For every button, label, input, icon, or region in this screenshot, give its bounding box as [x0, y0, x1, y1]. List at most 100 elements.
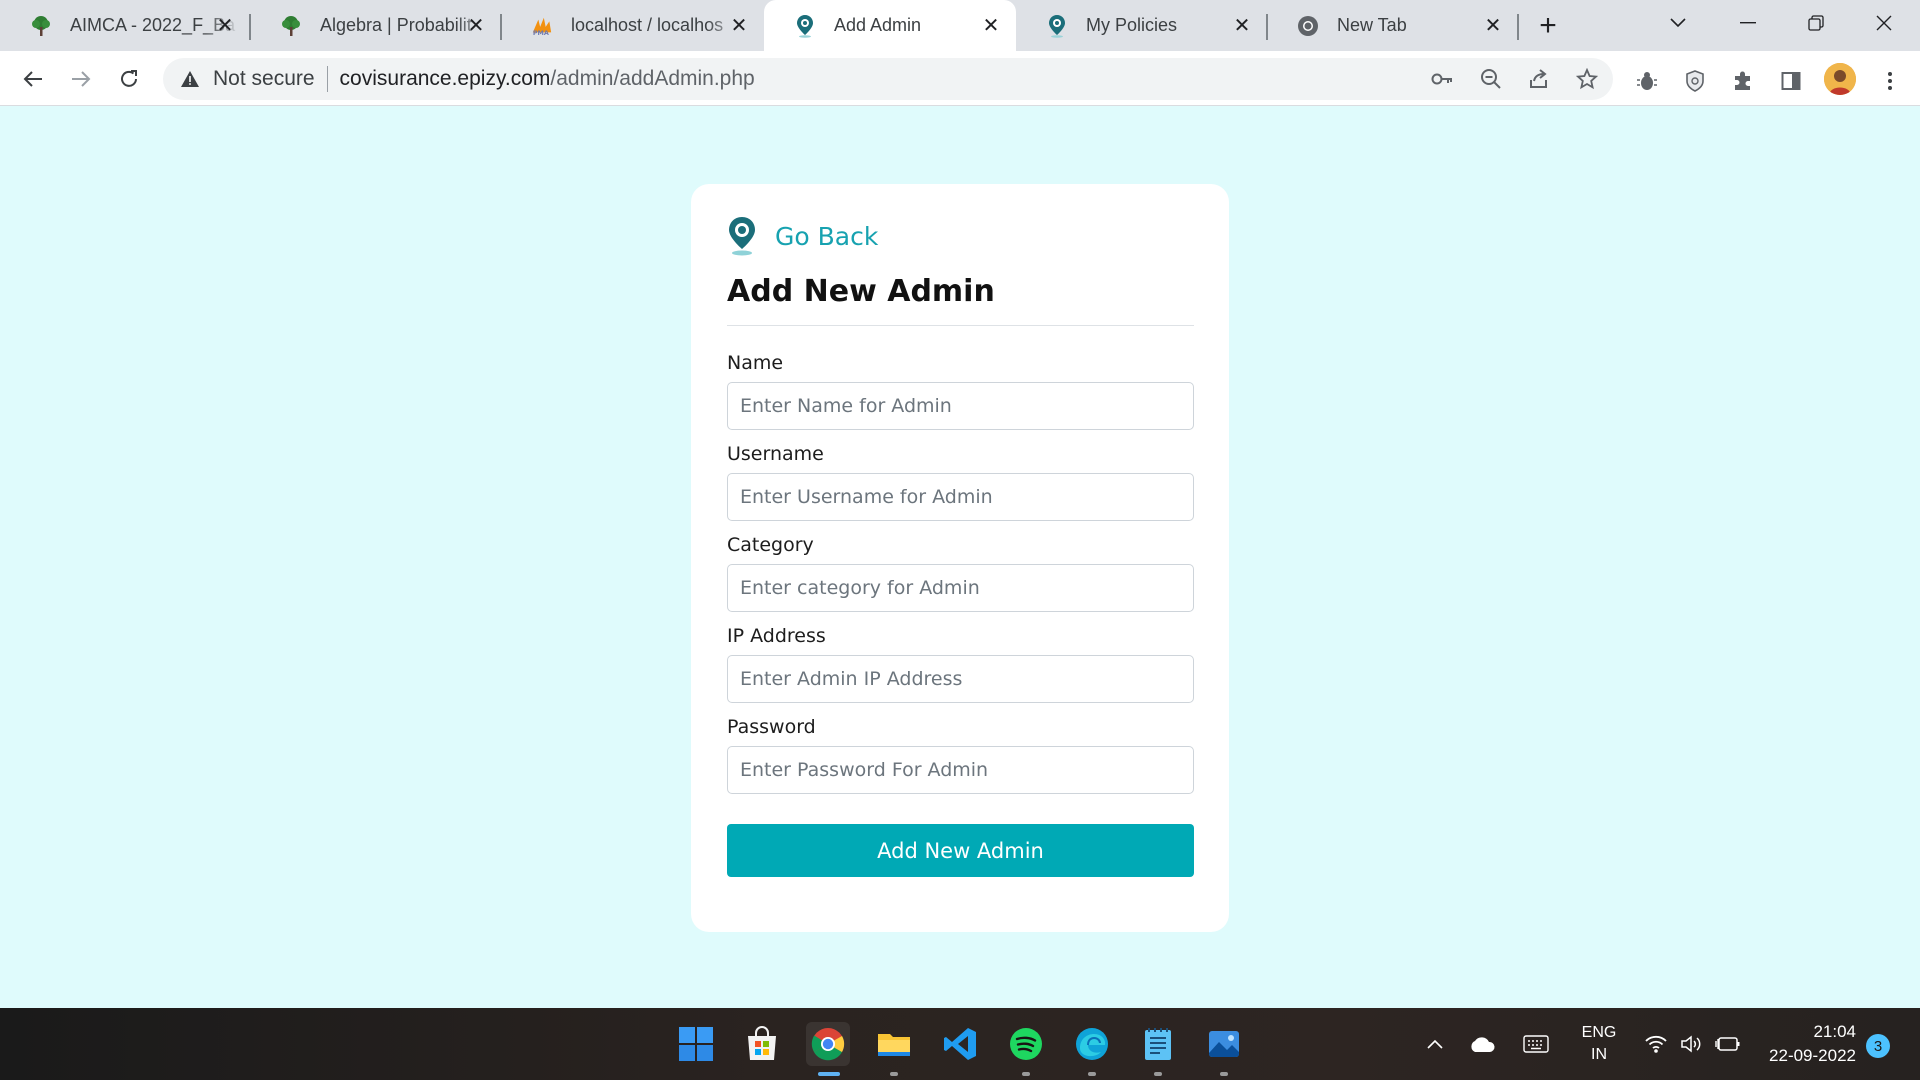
username-field-group: Username	[727, 443, 1194, 521]
url-path: /admin/addAdmin.php	[550, 67, 755, 90]
chrome-icon	[1297, 15, 1319, 37]
close-icon[interactable]: ✕	[728, 14, 750, 37]
url-text[interactable]: covisurance.epizy.com/admin/addAdmin.php	[340, 67, 755, 91]
microsoft-store-icon[interactable]	[740, 1022, 784, 1066]
notepad-icon[interactable]	[1136, 1022, 1180, 1076]
minimize-button[interactable]	[1718, 0, 1778, 46]
forward-button[interactable]	[64, 62, 98, 96]
reload-button[interactable]	[112, 62, 146, 96]
key-icon[interactable]	[1430, 67, 1454, 91]
zoom-out-icon[interactable]	[1479, 67, 1503, 91]
close-icon[interactable]: ✕	[465, 14, 487, 37]
running-indicator	[1022, 1072, 1030, 1076]
back-button[interactable]	[16, 62, 50, 96]
file-explorer-icon[interactable]	[872, 1022, 916, 1076]
new-tab-button[interactable]: +	[1532, 9, 1564, 42]
covisurance-favicon-icon	[1046, 14, 1068, 38]
add-admin-card: Go Back Add New Admin Name Username Cate…	[691, 184, 1229, 932]
name-label: Name	[727, 352, 784, 374]
running-indicator	[1088, 1072, 1096, 1076]
profile-avatar[interactable]	[1824, 63, 1856, 95]
add-new-admin-button[interactable]: Add New Admin	[727, 824, 1194, 877]
name-field-group: Name	[727, 352, 1194, 430]
security-label[interactable]: Not secure	[213, 67, 315, 91]
close-icon[interactable]: ✕	[980, 14, 1002, 37]
system-clock[interactable]: 21:04 22-09-2022	[1756, 1020, 1856, 1068]
chevron-up-icon[interactable]	[1418, 1008, 1452, 1080]
ip-address-label: IP Address	[727, 625, 826, 647]
restore-button[interactable]	[1786, 0, 1846, 46]
vscode-icon[interactable]	[938, 1022, 982, 1066]
ip-address-input[interactable]	[727, 655, 1194, 703]
page-title: Add New Admin	[727, 274, 995, 309]
active-indicator	[818, 1072, 840, 1076]
close-window-button[interactable]	[1854, 0, 1914, 46]
running-indicator	[1154, 1072, 1162, 1076]
tab-add-admin[interactable]: Add Admin ✕	[764, 0, 1016, 51]
tab-title: Add Admin	[834, 15, 922, 35]
password-input[interactable]	[727, 746, 1194, 794]
close-icon[interactable]: ✕	[214, 14, 236, 37]
language-region: IN	[1591, 1046, 1607, 1063]
tab-strip: AIMCA - 2022_F_Ba ✕ Algebra | Probabilit…	[0, 0, 1920, 51]
password-field-group: Password	[727, 716, 1194, 794]
battery-charging-icon[interactable]	[1712, 1008, 1744, 1080]
language-code: ENG	[1581, 1024, 1617, 1041]
close-icon[interactable]: ✕	[1482, 14, 1504, 37]
category-input[interactable]	[727, 564, 1194, 612]
edge-icon[interactable]	[1070, 1022, 1114, 1076]
ip-address-field-group: IP Address	[727, 625, 1194, 703]
name-input[interactable]	[727, 382, 1194, 430]
omnibox-divider	[326, 66, 328, 92]
wifi-icon[interactable]	[1640, 1008, 1672, 1080]
windows-start-icon[interactable]	[674, 1022, 718, 1066]
address-bar[interactable]: Not secure covisurance.epizy.com/admin/a…	[163, 58, 1613, 100]
bookmark-star-icon[interactable]	[1575, 67, 1599, 91]
go-back-link[interactable]: Go Back	[727, 216, 878, 256]
tab-aimca[interactable]: AIMCA - 2022_F_Ba ✕	[0, 0, 251, 51]
phpmyadmin-icon: PMA	[531, 15, 553, 37]
clock-time: 21:04	[1813, 1022, 1856, 1041]
password-label: Password	[727, 716, 816, 738]
covisurance-favicon-icon	[794, 14, 816, 38]
share-icon[interactable]	[1527, 67, 1551, 91]
keyboard-icon[interactable]	[1518, 1008, 1554, 1080]
volume-icon[interactable]	[1676, 1008, 1708, 1080]
username-input[interactable]	[727, 473, 1194, 521]
clock-date: 22-09-2022	[1769, 1046, 1856, 1065]
warning-icon[interactable]	[179, 68, 201, 90]
spotify-icon[interactable]	[1004, 1022, 1048, 1076]
chrome-icon[interactable]	[806, 1022, 850, 1076]
language-indicator[interactable]: ENG IN	[1572, 1008, 1626, 1080]
browser-toolbar: Not secure covisurance.epizy.com/admin/a…	[0, 51, 1920, 106]
notification-badge[interactable]: 3	[1866, 1034, 1890, 1058]
shield-extension-icon[interactable]	[1682, 68, 1708, 94]
covisurance-logo-icon	[729, 217, 755, 256]
photos-icon[interactable]	[1202, 1022, 1246, 1076]
category-label: Category	[727, 534, 814, 556]
tab-my-policies[interactable]: My Policies ✕	[1016, 0, 1268, 51]
category-field-group: Category	[727, 534, 1194, 612]
tree-favicon-icon	[30, 15, 52, 37]
title-divider	[727, 325, 1194, 326]
tab-new-tab[interactable]: New Tab ✕	[1267, 0, 1519, 51]
menu-kebab-icon[interactable]	[1877, 68, 1903, 94]
side-panel-icon[interactable]	[1778, 68, 1804, 94]
tab-search-icon[interactable]	[1648, 0, 1708, 46]
running-indicator	[1220, 1072, 1228, 1076]
go-back-label: Go Back	[775, 221, 879, 251]
extensions-puzzle-icon[interactable]	[1730, 68, 1756, 94]
bug-extension-icon[interactable]	[1634, 68, 1660, 94]
close-icon[interactable]: ✕	[1231, 14, 1253, 37]
tab-phpmyadmin[interactable]: PMA localhost / localhos ✕	[501, 0, 764, 51]
svg-text:PMA: PMA	[533, 29, 549, 37]
username-label: Username	[727, 443, 824, 465]
running-indicator	[890, 1072, 898, 1076]
taskbar: ENG IN	[0, 1008, 1920, 1080]
tab-separator	[1517, 14, 1519, 40]
tree-favicon-icon	[280, 15, 302, 37]
url-host: covisurance.epizy.com	[339, 67, 551, 90]
onedrive-cloud-icon[interactable]	[1464, 1008, 1500, 1080]
tab-title: localhost / localhos	[571, 15, 724, 35]
tab-algebra[interactable]: Algebra | Probabilit ✕	[250, 0, 502, 51]
